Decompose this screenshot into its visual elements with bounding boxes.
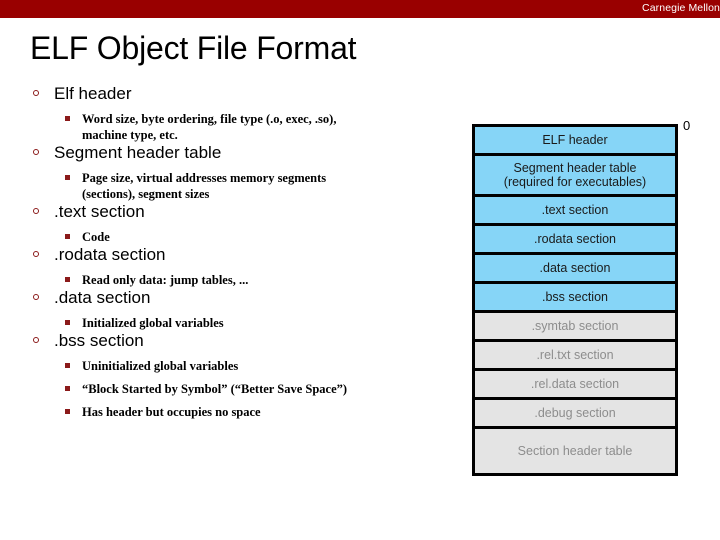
diagram-row-symtab-section: .symtab section <box>475 313 675 342</box>
square-bullet-icon <box>65 386 70 391</box>
diagram-row-elf-header: ELF header <box>475 127 675 156</box>
diagram-row-rel-txt-section: .rel.txt section <box>475 342 675 371</box>
sub-bullet-label: “Block Started by Symbol” (“Better Save … <box>82 382 348 396</box>
ring-bullet-icon <box>33 294 39 300</box>
diagram-row-bss-section: .bss section <box>475 284 675 313</box>
square-bullet-icon <box>65 409 70 414</box>
square-bullet-icon <box>65 363 70 368</box>
sub-bullet-label: Page size, virtual addresses memory segm… <box>82 171 327 185</box>
square-bullet-icon <box>65 116 70 121</box>
sub-bullet-item: Initialized global variables <box>30 315 460 331</box>
bullet-group: Segment header table Page size, virtual … <box>30 143 460 202</box>
diagram-row-label: ELF header <box>542 133 608 147</box>
square-bullet-icon <box>65 175 70 180</box>
diagram-row-text-section: .text section <box>475 197 675 226</box>
sub-bullet-label: Word size, byte ordering, file type (.o,… <box>82 112 337 126</box>
bullet-label: .text section <box>54 202 145 221</box>
offset-zero-label: 0 <box>683 118 691 133</box>
ring-bullet-icon <box>33 251 39 257</box>
sub-bullet-label-cont: machine type, etc. <box>82 128 178 142</box>
sub-bullet-label: Code <box>82 230 110 244</box>
square-bullet-icon <box>65 320 70 325</box>
bullet-label: .rodata section <box>54 245 166 264</box>
diagram-row-rel-data-section: .rel.data section <box>475 371 675 400</box>
diagram-row-label: Segment header table (required for execut… <box>503 161 647 189</box>
sub-bullet-item: “Block Started by Symbol” (“Better Save … <box>30 381 460 397</box>
sub-bullet-label: Has header but occupies no space <box>82 405 261 419</box>
diagram-row-label: Section header table <box>517 444 633 458</box>
diagram-row-debug-section: .debug section <box>475 400 675 429</box>
sub-bullet-label-cont: (sections), segment sizes <box>82 187 210 201</box>
diagram-row-label: .rel.txt section <box>536 348 614 362</box>
sub-bullet-item: Read only data: jump tables, ... <box>30 272 460 288</box>
sub-bullet-item: Word size, byte ordering, file type (.o,… <box>30 111 460 143</box>
diagram-row-rodata-section: .rodata section <box>475 226 675 255</box>
bullet-group: .bss section Uninitialized global variab… <box>30 331 460 420</box>
bullet-item-bss-section: .bss section <box>30 331 460 351</box>
brand-name: Carnegie Mellon <box>642 2 720 14</box>
diagram-row-label: .data section <box>539 261 611 275</box>
ring-bullet-icon <box>33 337 39 343</box>
square-bullet-icon <box>65 277 70 282</box>
bullet-label: Segment header table <box>54 143 222 162</box>
sub-bullet-item: Has header but occupies no space <box>30 404 460 420</box>
sub-bullet-label: Read only data: jump tables, ... <box>82 273 249 287</box>
bullet-label: .data section <box>54 288 151 307</box>
square-bullet-icon <box>65 234 70 239</box>
bullet-label: .bss section <box>54 331 144 350</box>
bullet-item-text-section: .text section <box>30 202 460 222</box>
ring-bullet-icon <box>33 90 39 96</box>
page-title: ELF Object File Format <box>30 30 357 66</box>
sub-bullet-label: Uninitialized global variables <box>82 359 239 373</box>
diagram-row-section-header-table: Section header table <box>475 429 675 473</box>
sub-bullet-label: Initialized global variables <box>82 316 224 330</box>
diagram-row-label: .symtab section <box>531 319 619 333</box>
sub-bullet-item: Uninitialized global variables <box>30 358 460 374</box>
elf-layout-diagram: ELF header Segment header table (required… <box>472 124 678 476</box>
diagram-row-data-section: .data section <box>475 255 675 284</box>
bullet-item-data-section: .data section <box>30 288 460 308</box>
diagram-row-segment-header-table: Segment header table (required for execut… <box>475 156 675 197</box>
diagram-row-label: .rodata section <box>534 232 616 246</box>
bullet-list: Elf header Word size, byte ordering, fil… <box>30 84 460 420</box>
ring-bullet-icon <box>33 149 39 155</box>
sub-bullet-item: Page size, virtual addresses memory segm… <box>30 170 460 202</box>
bullet-group: .rodata section Read only data: jump tab… <box>30 245 460 288</box>
brand-bar: Carnegie Mellon <box>0 0 720 18</box>
bullet-item-segment-header-table: Segment header table <box>30 143 460 163</box>
ring-bullet-icon <box>33 208 39 214</box>
bullet-group: .text section Code <box>30 202 460 245</box>
bullet-group: .data section Initialized global variabl… <box>30 288 460 331</box>
bullet-item-elf-header: Elf header <box>30 84 460 104</box>
bullet-group: Elf header Word size, byte ordering, fil… <box>30 84 460 143</box>
sub-bullet-item: Code <box>30 229 460 245</box>
bullet-label: Elf header <box>54 84 132 103</box>
diagram-row-label: .rel.data section <box>530 377 620 391</box>
diagram-row-label: .bss section <box>541 290 608 304</box>
bullet-item-rodata-section: .rodata section <box>30 245 460 265</box>
diagram-row-label: .text section <box>541 203 609 217</box>
diagram-row-label: .debug section <box>534 406 616 420</box>
